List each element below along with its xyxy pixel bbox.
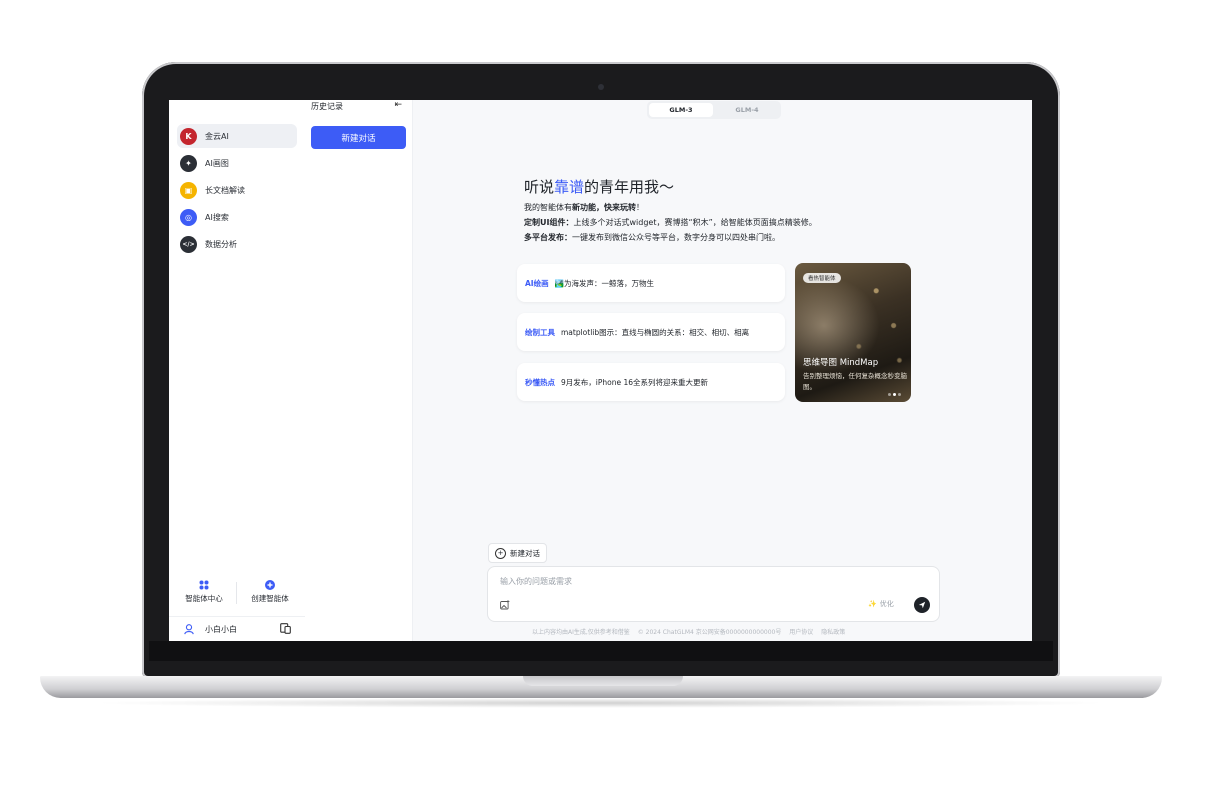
tab-glm-3[interactable]: GLM-3 (649, 103, 713, 117)
create-agent-button[interactable]: 创建智能体 (237, 578, 303, 604)
new-chat-button[interactable]: 新建对话 (311, 126, 406, 149)
magic-wand-icon: ✨ (868, 600, 877, 608)
code-icon: </> (180, 235, 197, 253)
ai-draw-icon: ✦ (180, 154, 197, 172)
question-input[interactable] (498, 576, 862, 587)
document-read-icon: ▣ (180, 181, 197, 199)
agent-center-button[interactable]: 智能体中心 (171, 578, 237, 604)
nav-item-ai-draw[interactable]: ✦ AI画图 (177, 151, 297, 175)
app-screen: K 金云AI ✦ AI画图 ▣ 长文档解读 ◎ AI搜索 </> 数据分析 智能 (169, 100, 1032, 641)
device-switch-icon[interactable] (280, 623, 291, 634)
footer-terms-link[interactable]: 用户协议 (789, 629, 813, 636)
kingcloud-logo-icon: K (180, 127, 197, 145)
footer-disclaimer: 以上内容均由AI生成,仅供参考和借鉴 (532, 629, 630, 636)
hero-title-post: 的青年用我～ (584, 178, 675, 196)
prompt-card[interactable]: AI绘画 🏞️为海发声：一鲸落，万物生 (517, 264, 785, 302)
footer: 以上内容均由AI生成,仅供参考和借鉴 © 2024 ChatGLM4 京公网安备… (532, 627, 932, 636)
hero-title-pre: 听说 (524, 178, 555, 196)
prompt-card[interactable]: 绘制工具 matplotlib图示：直线与椭圆的关系：相交、相切、相离 (517, 313, 785, 351)
hero-bold: 定制UI组件： (524, 218, 574, 227)
tab-glm-4[interactable]: GLM-4 (715, 103, 779, 117)
pager-dot[interactable] (893, 393, 896, 396)
hero-text: 上线多个对话式widget，赛博搭“积木”，给智能体页面搞点精装修。 (573, 218, 817, 227)
nav-item-label: 金云AI (205, 131, 229, 141)
prompt-tag: 秒懂热点 (525, 377, 555, 387)
hero-title-highlight: 靠谱 (554, 178, 585, 196)
main-area: GLM-3 GLM-4 听说靠谱的青年用我～ 我的智能体有新功能，快来玩转！ 定… (413, 100, 1032, 641)
feature-card-mindmap[interactable]: 看热智能体 思维导图 MindMap 告别整理烦恼，任何复杂概念秒变脑图。 (795, 263, 911, 402)
feature-badge: 看热智能体 (803, 273, 841, 283)
feature-desc: 告别整理烦恼，任何复杂概念秒变脑图。 (803, 372, 907, 391)
screen-bezel (149, 641, 1053, 661)
prompt-text: 9月发布，iPhone 16全系列将迎来重大更新 (561, 377, 709, 387)
upload-image-icon[interactable] (500, 600, 510, 610)
nav-item-ai-search[interactable]: ◎ AI搜索 (177, 205, 297, 229)
new-chat-chip[interactable]: + 新建对话 (488, 543, 547, 563)
model-switch: GLM-3 GLM-4 (647, 101, 781, 119)
composer: ✨ 优化 (487, 566, 940, 622)
footer-copyright: © 2024 ChatGLM4 京公网安备0000000000000号 (637, 629, 782, 636)
hero-title: 听说靠谱的青年用我～ (524, 176, 674, 197)
feature-title: 思维导图 MindMap (803, 358, 879, 368)
laptop-notch (523, 676, 683, 686)
hero-text: 一键发布到微信公众号等平台，数字分身可以四处串门啦。 (572, 233, 780, 242)
nav-item-kingcloud-ai[interactable]: K 金云AI (177, 124, 297, 148)
carousel-pager[interactable] (888, 393, 901, 396)
hero-bold: 多平台发布： (524, 233, 572, 242)
nav-item-label: AI搜索 (205, 212, 229, 222)
hero-text: ！ (636, 203, 644, 212)
plus-circle-icon: + (495, 547, 506, 559)
nav-item-document-read[interactable]: ▣ 长文档解读 (177, 178, 297, 202)
history-title: 历史记录 (311, 102, 343, 111)
footer-privacy-link[interactable]: 隐私政策 (821, 629, 845, 636)
ai-search-icon: ◎ (180, 208, 197, 226)
collapse-panel-icon[interactable]: ⇤ (394, 100, 402, 110)
left-nav: K 金云AI ✦ AI画图 ▣ 长文档解读 ◎ AI搜索 </> 数据分析 智能 (169, 100, 306, 641)
add-agent-icon (265, 580, 275, 590)
grid-icon (199, 580, 209, 590)
user-icon (182, 623, 196, 637)
pager-dot[interactable] (888, 393, 891, 396)
optimize-button[interactable]: ✨ 优化 (868, 599, 894, 609)
user-name: 小白小白 (205, 625, 237, 634)
camera-icon (598, 84, 604, 90)
agent-center-label: 智能体中心 (185, 594, 223, 603)
prompt-tag: 绘制工具 (525, 327, 555, 337)
prompt-text: 🏞️为海发声：一鲸落，万物生 (554, 278, 654, 288)
user-row[interactable]: 小白小白 (169, 616, 305, 641)
hero-text: 我的智能体有 (524, 203, 572, 212)
laptop-shadow (90, 698, 1110, 708)
new-chat-chip-label: 新建对话 (510, 548, 540, 558)
prompt-card[interactable]: 秒懂热点 9月发布，iPhone 16全系列将迎来重大更新 (517, 363, 785, 401)
optimize-label: 优化 (879, 600, 894, 608)
hero-line-2: 定制UI组件：上线多个对话式widget，赛博搭“积木”，给智能体页面搞点精装修… (524, 217, 817, 228)
nav-item-label: 数据分析 (205, 239, 237, 249)
hero-line-1: 我的智能体有新功能，快来玩转！ (524, 202, 644, 213)
bottom-tools: 智能体中心 创建智能体 (169, 578, 305, 608)
send-button[interactable] (914, 597, 930, 613)
hero-line-3: 多平台发布：一键发布到微信公众号等平台，数字分身可以四处串门啦。 (524, 232, 780, 243)
create-agent-label: 创建智能体 (251, 594, 289, 603)
prompt-text: matplotlib图示：直线与椭圆的关系：相交、相切、相离 (561, 327, 750, 337)
nav-item-label: AI画图 (205, 158, 229, 168)
send-icon (918, 601, 926, 609)
pager-dot[interactable] (898, 393, 901, 396)
prompt-tag: AI绘画 (525, 278, 549, 288)
nav-item-label: 长文档解读 (205, 185, 245, 195)
history-panel: 历史记录 ⇤ 新建对话 (305, 100, 413, 641)
hero-bold: 新功能，快来玩转 (572, 203, 636, 212)
nav-item-data-analysis[interactable]: </> 数据分析 (177, 232, 297, 256)
